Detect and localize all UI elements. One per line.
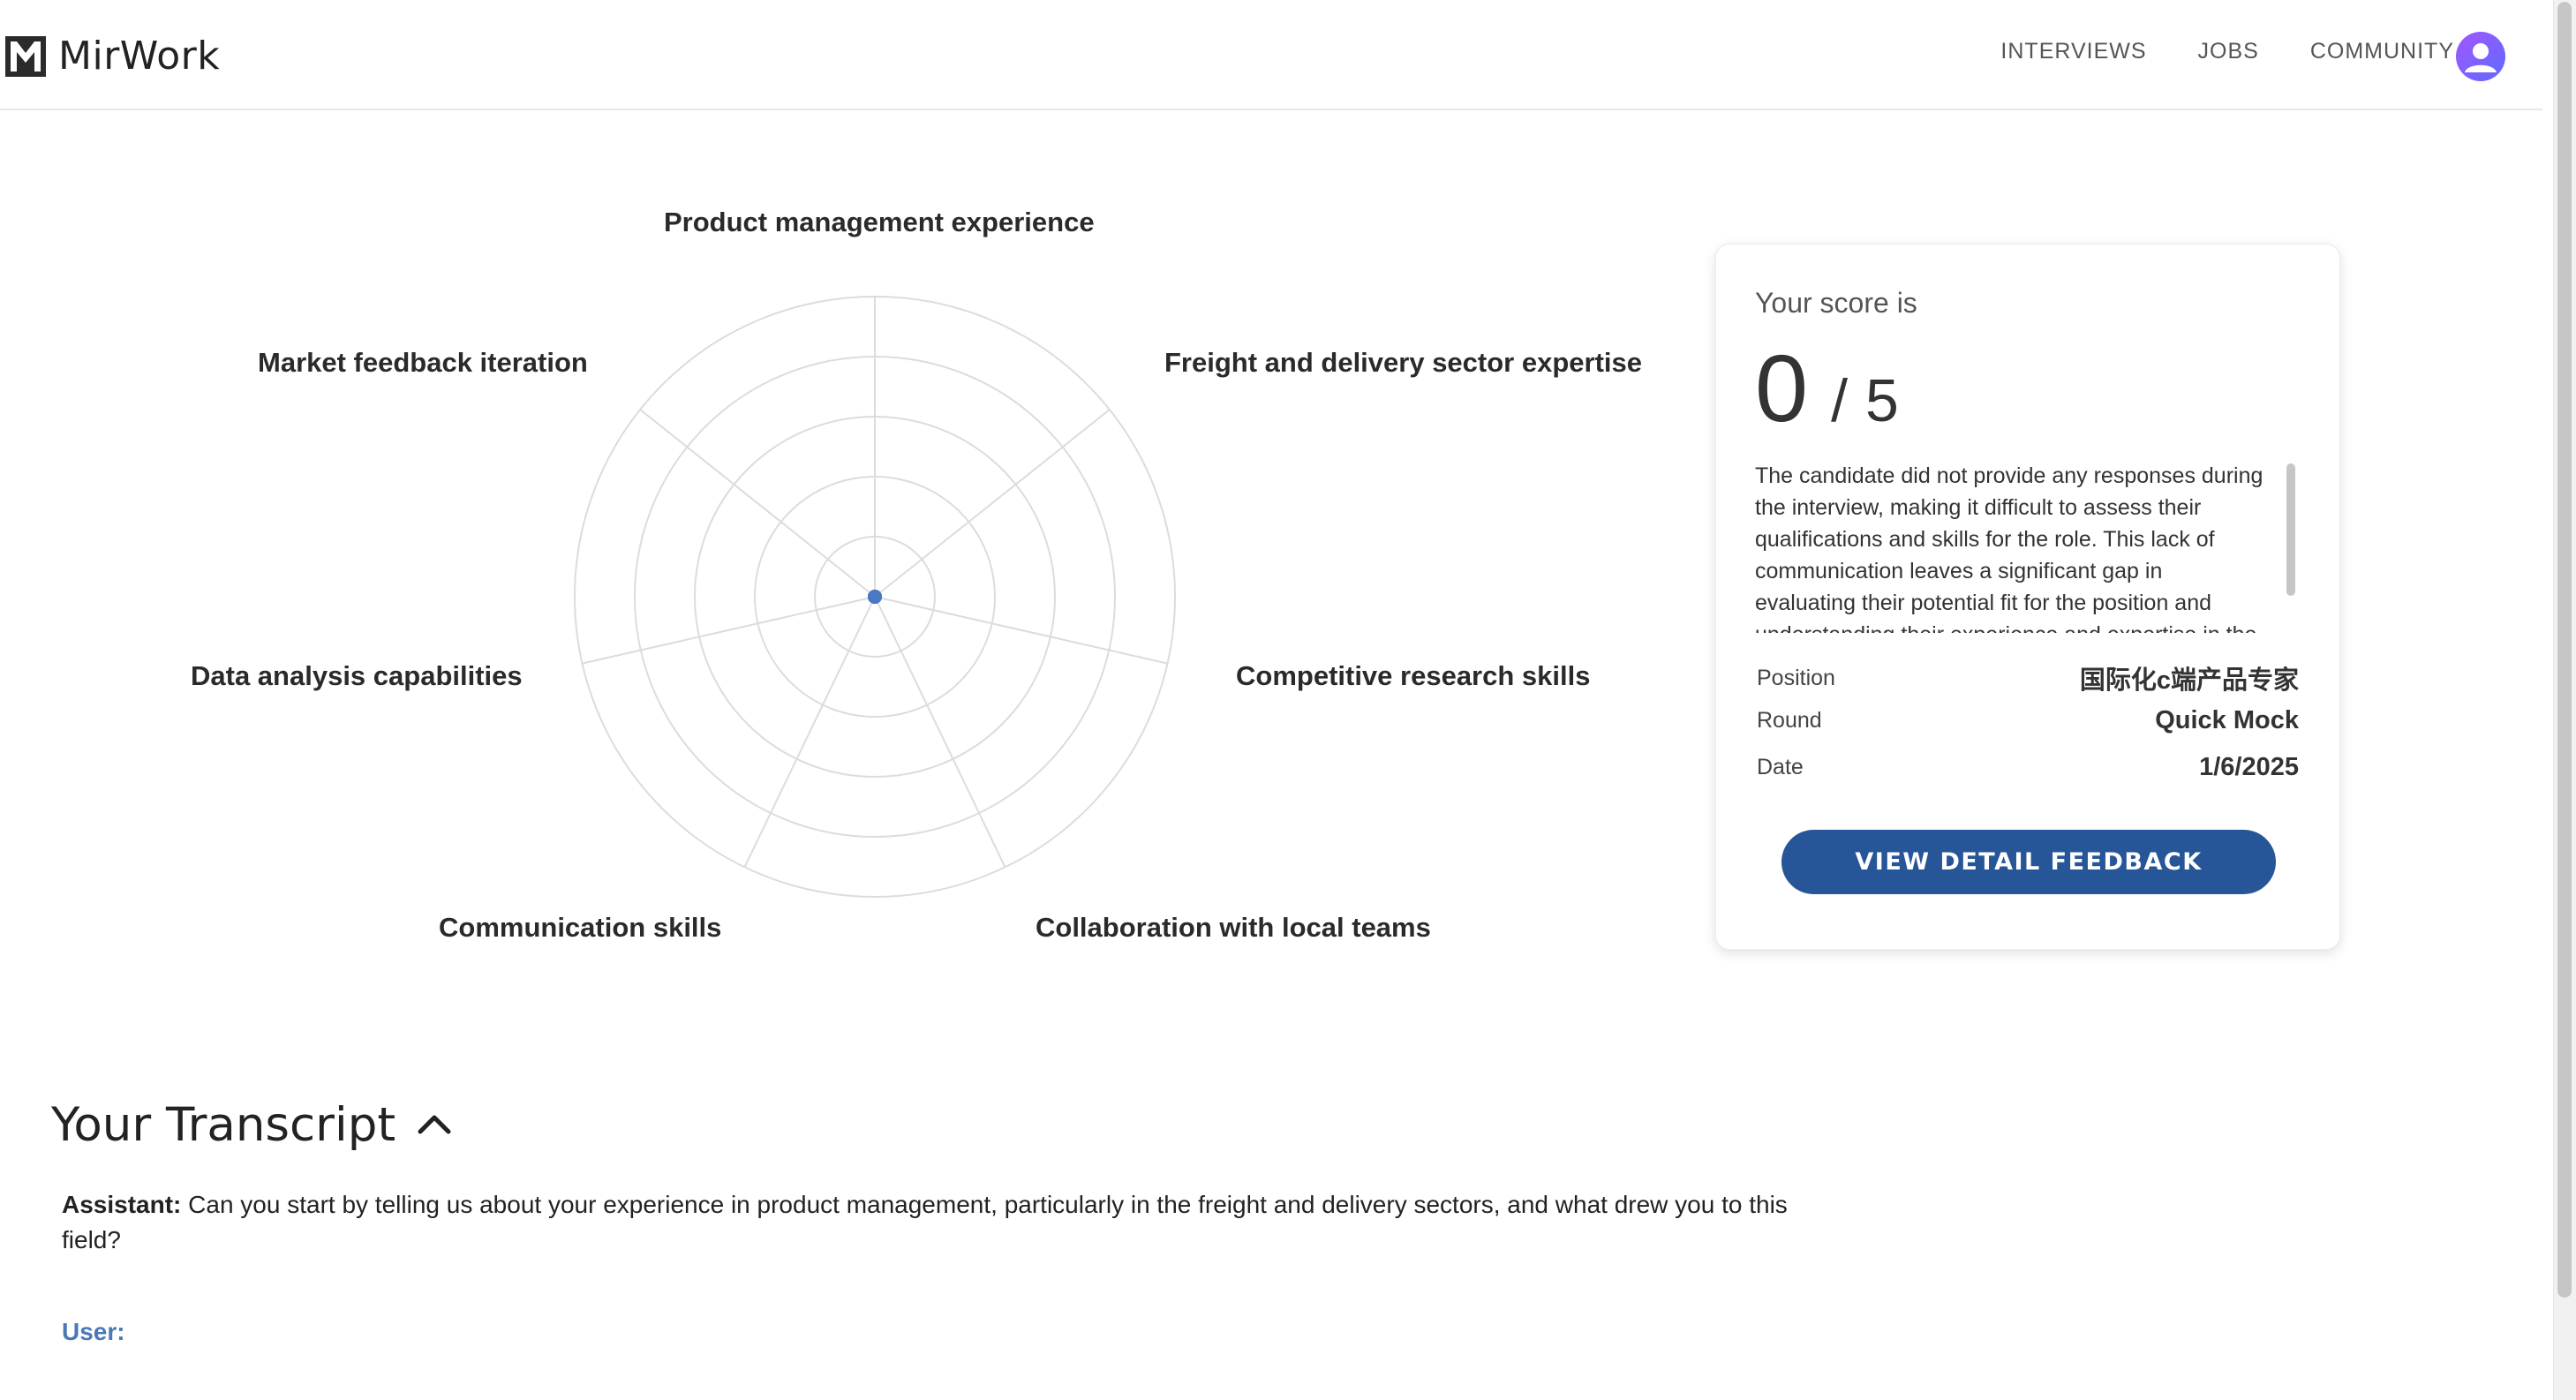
- meta-value: 国际化c端产品专家: [2079, 666, 2299, 695]
- feedback-summary-text: The candidate did not provide any respon…: [1755, 463, 2263, 633]
- meta-row-position: Position 国际化c端产品专家: [1757, 659, 2299, 696]
- message-text: Can you start by telling us about your e…: [62, 1191, 1788, 1253]
- main-nav: INTERVIEWS JOBS COMMUNITY: [2000, 39, 2454, 64]
- brand-name: MirWork: [58, 34, 221, 79]
- meta-row-round: Round Quick Mock: [1757, 706, 2299, 735]
- radar-spoke-2: [874, 596, 1168, 665]
- radar-label-competitive-research: Competitive research skills: [1236, 660, 1591, 691]
- score-slash: /: [1831, 367, 1848, 434]
- radar-label-data-analysis: Data analysis capabilities: [191, 660, 523, 691]
- page-scrollbar-thumb[interactable]: [2557, 2, 2572, 1298]
- page: MirWork INTERVIEWS JOBS COMMUNITY Produc…: [0, 0, 2576, 1400]
- meta-value: 1/6/2025: [2199, 753, 2299, 781]
- message-speaker: Assistant:: [62, 1191, 182, 1218]
- user-avatar-icon[interactable]: [2456, 32, 2505, 81]
- meta-key: Position: [1757, 665, 1835, 690]
- nav-community[interactable]: COMMUNITY: [2310, 39, 2454, 64]
- page-scrollbar[interactable]: [2553, 0, 2576, 1400]
- radar-label-product-management: Product management experience: [664, 207, 1095, 237]
- radar-svg: [574, 296, 1176, 898]
- radar-label-communication: Communication skills: [439, 912, 722, 943]
- transcript-message-assistant: Assistant: Can you start by telling us a…: [62, 1187, 1845, 1258]
- radar-point-6[interactable]: [868, 590, 882, 604]
- meta-key: Round: [1757, 708, 1822, 733]
- score-card: Your score is 0 / 5 The candidate did no…: [1715, 244, 2340, 950]
- score-caption: Your score is: [1755, 287, 1917, 319]
- nav-interviews[interactable]: INTERVIEWS: [2000, 39, 2146, 64]
- score-max: 5: [1864, 367, 1899, 434]
- transcript-title: Your Transcript: [51, 1098, 396, 1152]
- radar-spoke-5: [582, 596, 876, 665]
- meta-value: Quick Mock: [2155, 706, 2299, 734]
- nav-jobs[interactable]: JOBS: [2198, 39, 2259, 64]
- chevron-up-icon[interactable]: [417, 1110, 452, 1140]
- transcript-header[interactable]: Your Transcript: [51, 1098, 452, 1152]
- view-detail-feedback-button[interactable]: VIEW DETAIL FEEDBACK: [1781, 830, 2276, 894]
- score-display: 0 / 5: [1755, 333, 1899, 443]
- radar-spoke-3: [874, 596, 1006, 868]
- score-value: 0: [1755, 335, 1809, 441]
- logo-mark-icon: [5, 35, 46, 77]
- meta-key: Date: [1757, 755, 1804, 779]
- brand-logo[interactable]: MirWork: [5, 34, 220, 79]
- feedback-summary[interactable]: The candidate did not provide any respon…: [1755, 460, 2288, 633]
- radar-label-collaboration: Collaboration with local teams: [1036, 912, 1431, 943]
- radar-label-market-feedback: Market feedback iteration: [258, 347, 588, 378]
- meta-row-date: Date 1/6/2025: [1757, 753, 2299, 782]
- top-navbar: MirWork INTERVIEWS JOBS COMMUNITY: [0, 0, 2542, 110]
- transcript-message-user: User:: [62, 1314, 1845, 1350]
- summary-scrollbar[interactable]: [2286, 463, 2295, 596]
- radar-spoke-4: [743, 596, 876, 868]
- skills-radar-chart: Product management experience Freight an…: [0, 110, 1677, 993]
- radar-label-freight-delivery: Freight and delivery sector expertise: [1164, 347, 1642, 378]
- message-speaker: User:: [62, 1318, 125, 1345]
